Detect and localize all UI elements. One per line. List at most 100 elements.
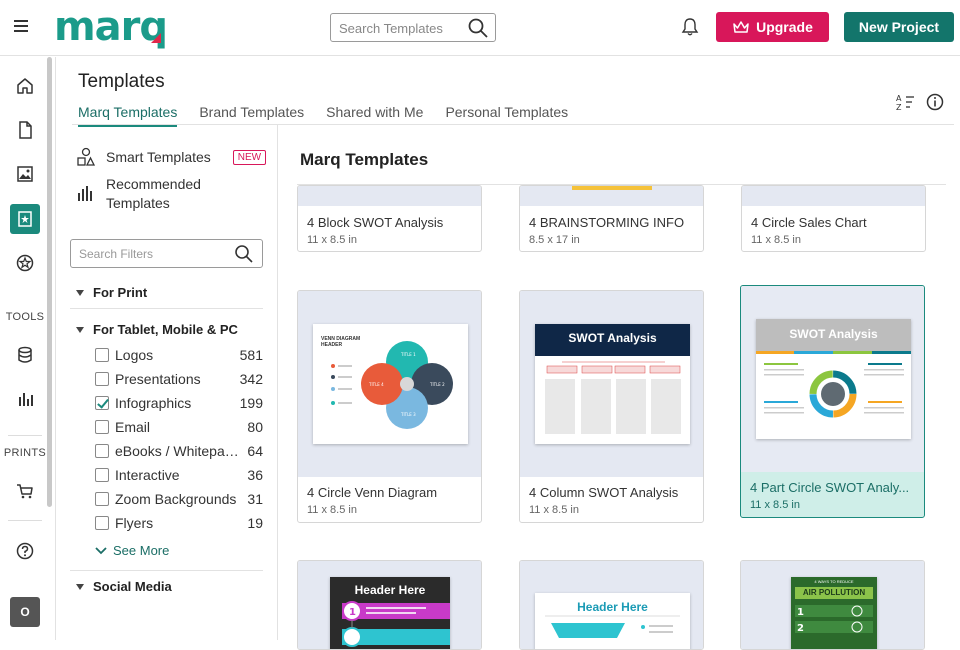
tab-shared-with-me[interactable]: Shared with Me	[326, 104, 423, 125]
template-card[interactable]: VENN DIAGRAM HEADER TITLE 1 TITLE 2 TITL…	[297, 290, 482, 523]
svg-text:A: A	[896, 94, 902, 103]
header-here-dark-preview: Header Here 1	[330, 577, 450, 649]
document-icon	[19, 121, 32, 139]
tab-marq-templates[interactable]: Marq Templates	[78, 104, 178, 127]
caret-down-icon	[76, 289, 84, 296]
rail-documents[interactable]	[10, 115, 40, 145]
bar-chart-icon	[78, 186, 92, 201]
grid-title: Marq Templates	[300, 150, 429, 169]
recommended-templates-link[interactable]: Recommended Templates	[76, 175, 201, 213]
template-size: 11 x 8.5 in	[307, 504, 357, 516]
filter-item-logos[interactable]: Logos 581	[95, 345, 263, 365]
rail-home[interactable]	[10, 71, 40, 101]
filter-item-flyers[interactable]: Flyers 19	[95, 513, 263, 533]
tab-personal-templates[interactable]: Personal Templates	[445, 104, 568, 125]
filter-item-email[interactable]: Email 80	[95, 417, 263, 437]
svg-text:2: 2	[797, 623, 804, 634]
tab-brand-templates[interactable]: Brand Templates	[199, 104, 304, 125]
template-card-selected[interactable]: SWOT Analysis 4 Part Circle SWOT Analy..…	[740, 285, 925, 518]
filter-label: Interactive	[115, 467, 180, 483]
checkbox[interactable]	[95, 372, 109, 386]
swot-column-preview: SWOT Analysis	[535, 324, 690, 444]
section-for-print[interactable]: For Print	[76, 285, 147, 300]
smart-templates-link[interactable]: Smart Templates NEW	[76, 147, 267, 167]
rail-images[interactable]	[10, 159, 40, 189]
venn-diagram-preview: VENN DIAGRAM HEADER TITLE 1 TITLE 2 TITL…	[313, 324, 468, 444]
filter-item-infographics[interactable]: Infographics 199	[95, 393, 263, 413]
rail-brand[interactable]	[10, 248, 40, 278]
filter-item-ebooks[interactable]: eBooks / Whitepap... 64	[95, 441, 263, 461]
template-size: 11 x 8.5 in	[307, 234, 357, 246]
sort-az-icon[interactable]: AZ	[895, 93, 915, 116]
checkbox[interactable]	[95, 492, 109, 506]
checkbox-checked[interactable]	[95, 396, 109, 410]
template-name: 4 Circle Sales Chart	[751, 215, 867, 230]
checkbox[interactable]	[95, 468, 109, 482]
search-icon[interactable]	[467, 17, 489, 44]
filter-item-zoom-backgrounds[interactable]: Zoom Backgrounds 31	[95, 489, 263, 509]
rail-templates[interactable]	[10, 204, 40, 234]
section-tablet-mobile-pc[interactable]: For Tablet, Mobile & PC	[76, 322, 238, 337]
filter-search[interactable]	[70, 239, 263, 268]
svg-text:1: 1	[797, 607, 804, 618]
template-name: 4 BRAINSTORMING INFO	[529, 215, 685, 230]
template-card[interactable]: 4 BRAINSTORMING INFO 8.5 x 17 in	[519, 185, 704, 252]
svg-text:1: 1	[349, 607, 356, 618]
filter-search-input[interactable]	[79, 246, 229, 262]
checkbox[interactable]	[95, 444, 109, 458]
search-icon[interactable]	[234, 244, 254, 269]
recommended-label: Recommended Templates	[106, 175, 201, 213]
filter-item-presentations[interactable]: Presentations 342	[95, 369, 263, 389]
template-card[interactable]: Header Here	[519, 560, 704, 650]
new-project-button[interactable]: New Project	[844, 12, 954, 42]
section-social-media[interactable]: Social Media	[76, 579, 172, 594]
avatar[interactable]: O	[10, 597, 40, 627]
template-size: 11 x 8.5 in	[750, 499, 800, 511]
template-thumbnail: VENN DIAGRAM HEADER TITLE 1 TITLE 2 TITL…	[298, 291, 481, 477]
rail-data[interactable]	[10, 340, 40, 370]
rail-prints[interactable]	[10, 476, 40, 506]
top-bar: marq Upgrade New Project	[0, 0, 960, 56]
upgrade-label: Upgrade	[756, 19, 813, 35]
template-thumbnail	[298, 186, 481, 206]
home-icon	[17, 78, 33, 94]
template-card[interactable]: SWOT Analysis 4 Column SWOT Analysis 11 …	[519, 290, 704, 523]
template-search[interactable]	[330, 13, 496, 42]
section-label: Social Media	[93, 579, 172, 594]
search-input[interactable]	[339, 19, 465, 37]
svg-text:Z: Z	[896, 103, 902, 111]
template-name: 4 Block SWOT Analysis	[307, 215, 444, 230]
checkbox[interactable]	[95, 420, 109, 434]
marq-logo[interactable]: marq	[54, 4, 168, 50]
hamburger-menu-icon[interactable]	[14, 20, 28, 32]
templates-icon	[18, 211, 32, 227]
tools-label: TOOLS	[5, 311, 45, 323]
filter-item-interactive[interactable]: Interactive 36	[95, 465, 263, 485]
filter-count: 31	[247, 491, 263, 507]
chevron-down-icon	[95, 546, 107, 554]
template-name: 4 Part Circle SWOT Analy...	[750, 480, 910, 495]
info-icon[interactable]	[926, 93, 944, 116]
crown-icon	[733, 21, 749, 33]
see-more-link[interactable]: See More	[95, 543, 169, 558]
upgrade-button[interactable]: Upgrade	[716, 12, 829, 42]
template-card[interactable]: Header Here 1	[297, 560, 482, 650]
badge-icon	[16, 254, 34, 272]
checkbox[interactable]	[95, 516, 109, 530]
rail-help[interactable]	[10, 536, 40, 566]
template-thumbnail: Header Here 1	[298, 561, 481, 649]
checkbox[interactable]	[95, 348, 109, 362]
template-name: 4 Column SWOT Analysis	[529, 485, 679, 500]
template-card[interactable]: 4 Circle Sales Chart 11 x 8.5 in	[741, 185, 926, 252]
template-card[interactable]: 4 WAYS TO REDUCE AIR POLLUTION 1 2	[740, 560, 925, 650]
database-icon	[18, 346, 32, 363]
notifications-bell-icon[interactable]	[680, 17, 700, 42]
template-name: 4 Circle Venn Diagram	[307, 485, 438, 500]
filter-count: 581	[239, 347, 263, 363]
left-rail: TOOLS PRINTS O	[0, 57, 56, 640]
svg-text:TITLE 2: TITLE 2	[429, 382, 445, 387]
caret-down-icon	[76, 326, 84, 333]
rail-scrollbar[interactable]	[47, 57, 52, 507]
template-card[interactable]: 4 Block SWOT Analysis 11 x 8.5 in	[297, 185, 482, 252]
rail-analytics[interactable]	[10, 384, 40, 414]
